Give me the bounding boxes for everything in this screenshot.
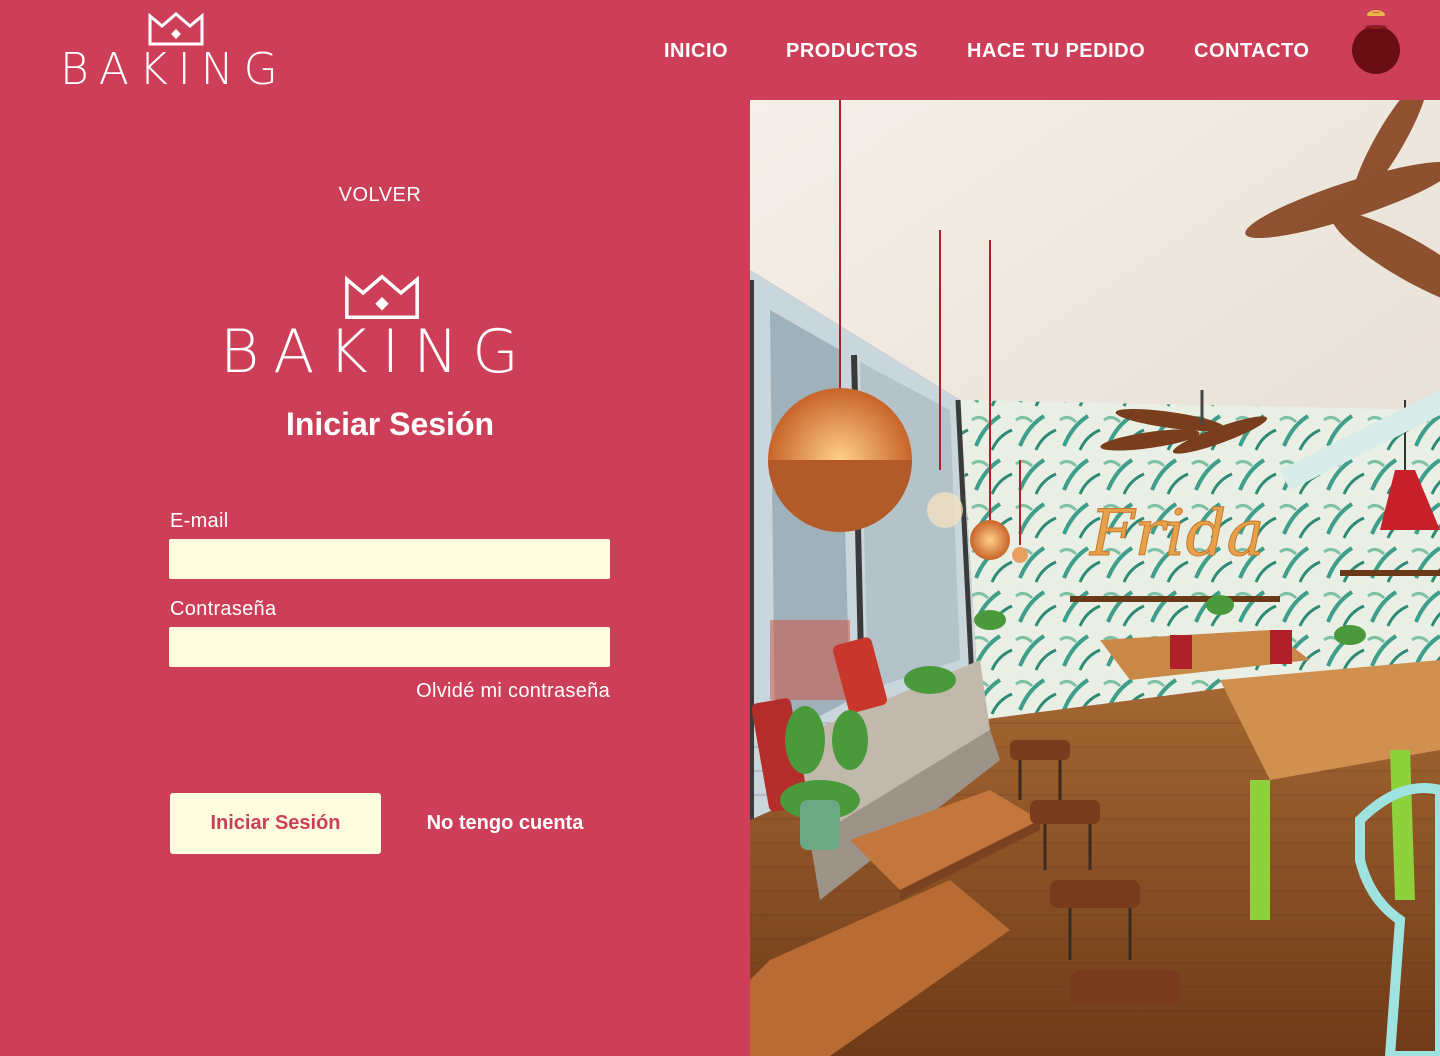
forgot-password-link[interactable]: Olvidé mi contraseña: [330, 680, 610, 703]
login-logo: BAKING: [220, 274, 550, 384]
register-link[interactable]: No tengo cuenta: [405, 808, 605, 838]
login-logo-wordmark: BAKING: [220, 317, 533, 387]
password-label: Contraseña: [170, 598, 277, 620]
login-button[interactable]: Iniciar Sesión: [170, 793, 381, 854]
restaurant-interior-illustration: Frida: [750, 100, 1440, 1056]
crown-icon: [345, 274, 419, 320]
password-field[interactable]: [169, 627, 610, 667]
nav-item-contacto[interactable]: CONTACTO: [1194, 36, 1309, 66]
nav-item-productos[interactable]: PRODUCTOS: [786, 36, 918, 66]
restaurant-photo: Frida: [750, 100, 1440, 1056]
main-nav: INICIO PRODUCTOS HACE TU PEDIDO CONTACTO: [0, 36, 1440, 66]
site-header: BAKING INICIO PRODUCTOS HACE TU PEDIDO C…: [0, 0, 1440, 100]
frida-neon-sign: Frida: [1089, 497, 1265, 571]
cart-pot-icon: [1352, 10, 1400, 74]
nav-item-hace-tu-pedido[interactable]: HACE TU PEDIDO: [967, 36, 1145, 66]
nav-item-inicio[interactable]: INICIO: [664, 36, 728, 66]
back-link[interactable]: VOLVER: [300, 184, 460, 207]
email-field[interactable]: [169, 539, 610, 579]
cart-button[interactable]: [1350, 8, 1402, 76]
email-label: E-mail: [170, 510, 229, 532]
login-panel: VOLVER BAKING Iniciar Sesión E-mail Cont…: [0, 100, 750, 1056]
form-title: Iniciar Sesión: [285, 406, 495, 442]
